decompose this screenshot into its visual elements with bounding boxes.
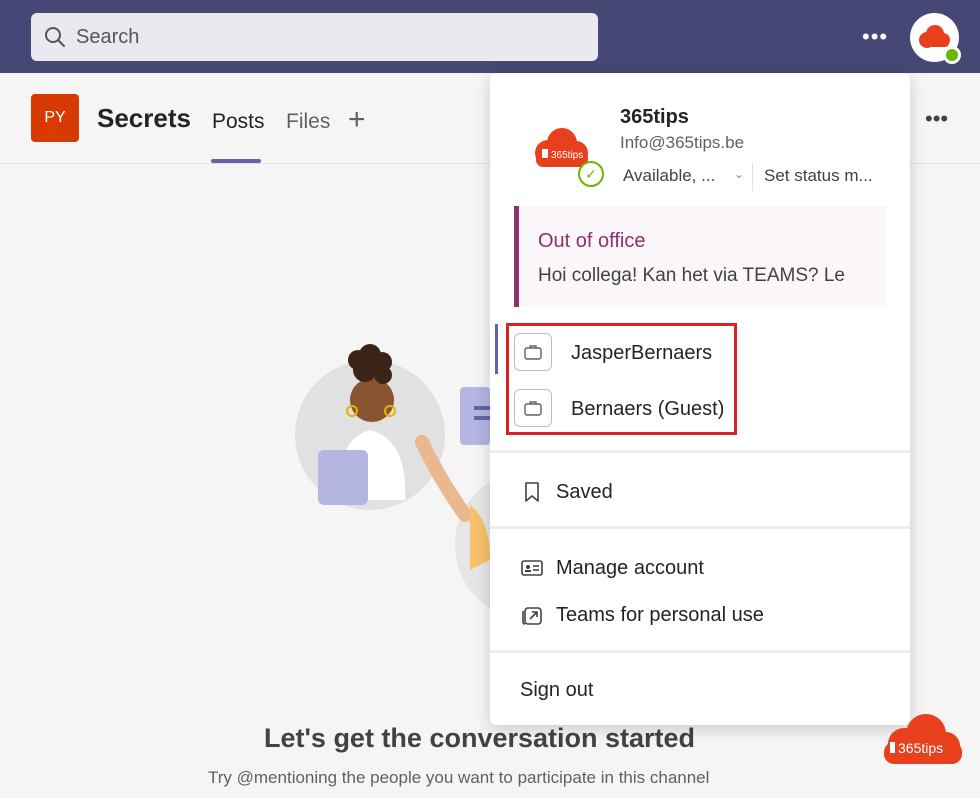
saved-menu-item[interactable]: Saved (520, 477, 613, 507)
channel-more-icon[interactable]: ••• (925, 106, 948, 132)
availability-dropdown[interactable]: Available, ... (623, 166, 715, 186)
add-tab-button[interactable]: + (348, 103, 366, 137)
briefcase-icon (514, 389, 552, 427)
menu-divider (490, 650, 910, 653)
search-icon (45, 27, 65, 47)
active-tab-indicator (211, 159, 261, 163)
account-label: Bernaers (Guest) (571, 398, 725, 420)
search-placeholder: Search (76, 25, 140, 48)
svg-text:365tips: 365tips (551, 150, 583, 161)
empty-state-subtitle: Try @mentioning the people you want to p… (208, 768, 710, 787)
search-box[interactable]: Search (31, 13, 598, 61)
tab-files[interactable]: Files (286, 110, 330, 134)
bookmark-icon (525, 482, 539, 502)
profile-email: Info@365tips.be (620, 133, 745, 152)
team-avatar[interactable]: PY (31, 94, 79, 142)
presence-status-icon (943, 46, 961, 64)
out-of-office-card[interactable]: Out of office Hoi collega! Kan het via T… (514, 206, 886, 307)
welcome-illustration (295, 344, 490, 609)
tab-posts[interactable]: Posts (212, 110, 265, 134)
profile-menu: 365tips ✓ 365tips Info@365tips.be Availa… (490, 73, 910, 725)
out-of-office-title: Out of office (538, 230, 646, 252)
active-account-indicator (495, 324, 498, 374)
top-bar: Search ••• (0, 0, 980, 73)
user-avatar[interactable] (910, 13, 961, 64)
manage-account-label: Manage account (556, 556, 704, 579)
menu-divider (490, 450, 910, 453)
profile-name: 365tips (620, 106, 689, 128)
teams-personal-menu-item[interactable]: Teams for personal use (520, 600, 764, 630)
menu-divider (490, 526, 910, 529)
briefcase-icon (514, 333, 552, 371)
365tips-watermark-logo: 365tips (884, 714, 962, 764)
presence-available-icon: ✓ (578, 161, 604, 187)
manage-account-menu-item[interactable]: Manage account (520, 553, 704, 583)
more-horizontal-icon[interactable]: ••• (862, 24, 888, 50)
contact-card-icon (521, 560, 543, 576)
channel-name: Secrets (97, 103, 191, 133)
chevron-down-icon[interactable]: ⌄ (734, 167, 744, 181)
set-status-message-button[interactable]: Set status m... (764, 166, 873, 186)
status-separator (752, 163, 753, 191)
account-label: JasperBernaers (571, 342, 713, 364)
out-of-office-message: Hoi collega! Kan het via TEAMS? Le (538, 265, 845, 286)
watermark-text: 365tips (898, 740, 943, 756)
sign-out-button[interactable]: Sign out (520, 679, 593, 702)
open-external-icon (522, 607, 542, 625)
teams-personal-label: Teams for personal use (556, 603, 764, 626)
saved-label: Saved (556, 480, 613, 503)
